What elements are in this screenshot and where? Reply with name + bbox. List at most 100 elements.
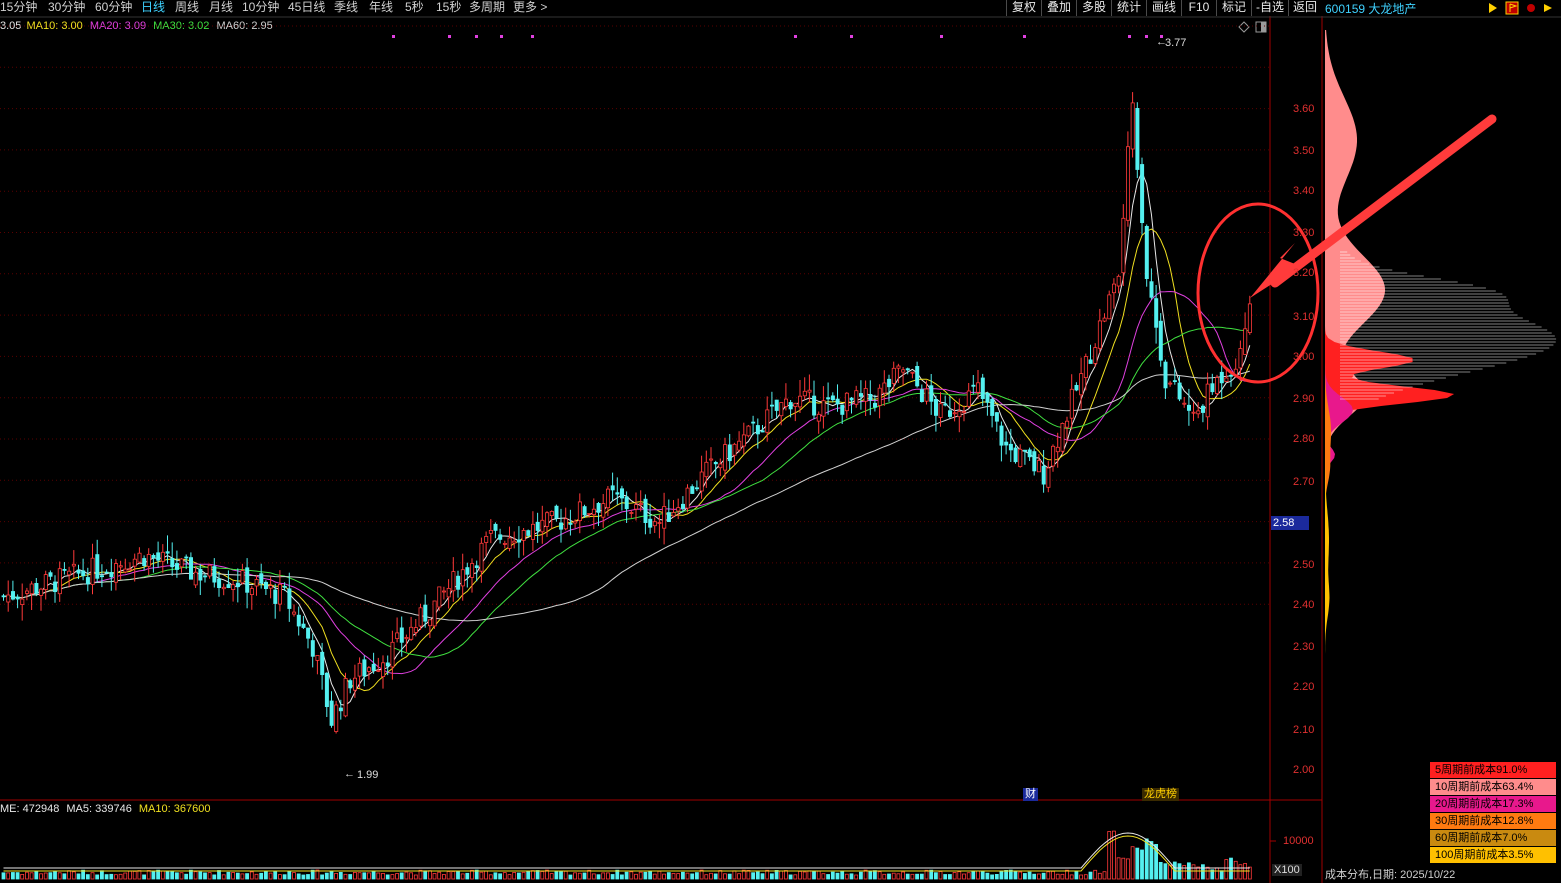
signal-dot	[1145, 35, 1148, 38]
candle-body	[709, 458, 714, 461]
volume-bar	[488, 874, 493, 880]
finance-badge[interactable]: 财	[1023, 788, 1038, 801]
candle-body	[844, 392, 849, 412]
volume-bar	[263, 870, 268, 880]
candle-body	[882, 382, 887, 394]
volume-ma-line	[3, 835, 1250, 872]
ma-line	[3, 228, 1251, 692]
candle-body	[1074, 384, 1079, 391]
volume-bar	[1121, 857, 1126, 880]
cost-row-30: 30周期前成本12.8%	[1430, 813, 1556, 829]
candle-body	[990, 398, 995, 416]
candle-body	[446, 588, 451, 598]
volume-bar	[1112, 830, 1116, 880]
candle-body	[423, 604, 428, 622]
price-label: 3.40	[1293, 185, 1315, 197]
volume-bar	[521, 871, 526, 880]
volume-bar	[249, 871, 254, 880]
volume-bar	[259, 872, 264, 880]
volume-bar	[1079, 874, 1083, 880]
candle-body	[521, 530, 526, 541]
volume-bar	[1018, 871, 1023, 880]
candlesticks[interactable]	[1, 92, 1252, 734]
candle-body	[1107, 294, 1112, 320]
volume-bar	[39, 873, 43, 880]
volume-bar	[1163, 863, 1168, 880]
candle-body	[713, 461, 718, 465]
volume-bar	[1102, 871, 1107, 880]
candle-body	[371, 663, 376, 671]
candle-body	[601, 503, 606, 518]
candle-body	[10, 591, 15, 600]
signal-dot	[500, 35, 503, 38]
volume-bar	[320, 874, 325, 880]
candle-body	[901, 369, 906, 373]
candle-body	[395, 632, 400, 640]
dragon-tiger-badge[interactable]: 龙虎榜	[1142, 788, 1179, 801]
candle-body	[910, 371, 915, 374]
candle-body	[118, 565, 123, 568]
price-label: 2.50	[1293, 559, 1315, 571]
volume-bar	[404, 871, 409, 880]
candle-body	[1158, 320, 1163, 361]
candle-body	[727, 444, 732, 462]
candle-body	[1093, 347, 1098, 364]
candle-body	[765, 409, 770, 433]
candle-body	[174, 563, 179, 570]
volume-bar	[671, 873, 676, 880]
candle-body	[685, 487, 690, 509]
candle-body	[966, 390, 971, 407]
arrow-shaft	[1270, 114, 1497, 288]
volume-bar	[43, 872, 48, 880]
candle-body	[915, 365, 920, 387]
candle-body	[1055, 446, 1060, 453]
candle-body	[20, 598, 25, 605]
volume-bar	[81, 869, 85, 880]
volume-ma5-value: MA5: 339746	[66, 803, 132, 815]
volume-bar	[301, 874, 306, 880]
volume-bar	[666, 872, 671, 880]
candle-body	[1191, 411, 1196, 414]
cost-distribution-profile	[1325, 30, 1557, 670]
volume-bar	[512, 872, 517, 880]
candle-body	[207, 564, 212, 577]
candle-body	[934, 398, 939, 416]
candle-body	[662, 506, 667, 529]
candle-body	[582, 506, 587, 516]
signal-dot	[794, 35, 797, 38]
volume-bar	[798, 871, 802, 880]
price-label: 2.10	[1293, 724, 1315, 736]
candle-body	[160, 551, 165, 562]
volume-bar	[366, 872, 371, 880]
candle-body	[676, 507, 681, 512]
volume-bar	[601, 872, 606, 880]
volume-bar	[114, 874, 118, 880]
candle-body	[343, 678, 348, 717]
candle-body	[1032, 451, 1037, 472]
volume-bar	[943, 874, 948, 880]
volume-bar	[1205, 866, 1210, 880]
volume-bar	[606, 872, 610, 880]
candle-body	[310, 640, 315, 657]
volume-bar	[713, 873, 718, 880]
price-label: 3.10	[1293, 311, 1315, 323]
candle-body	[151, 555, 156, 559]
volume-bar	[765, 869, 770, 880]
candle-body	[502, 543, 507, 545]
volume-bar	[179, 872, 184, 880]
candle-body	[760, 430, 765, 433]
candle-body	[1013, 447, 1018, 463]
candle-body	[193, 571, 198, 586]
candle-body	[784, 398, 789, 407]
candle-body	[788, 402, 793, 410]
volume-bar	[381, 873, 385, 880]
candle-body	[624, 496, 629, 510]
volume-bar	[535, 870, 540, 880]
candle-body	[1177, 382, 1182, 400]
candle-body	[1079, 373, 1084, 396]
volume-bar	[1158, 862, 1163, 880]
volume-bar	[498, 873, 503, 880]
volume-bar	[156, 869, 161, 880]
volume-bar	[704, 874, 709, 880]
candle-body	[320, 651, 325, 675]
